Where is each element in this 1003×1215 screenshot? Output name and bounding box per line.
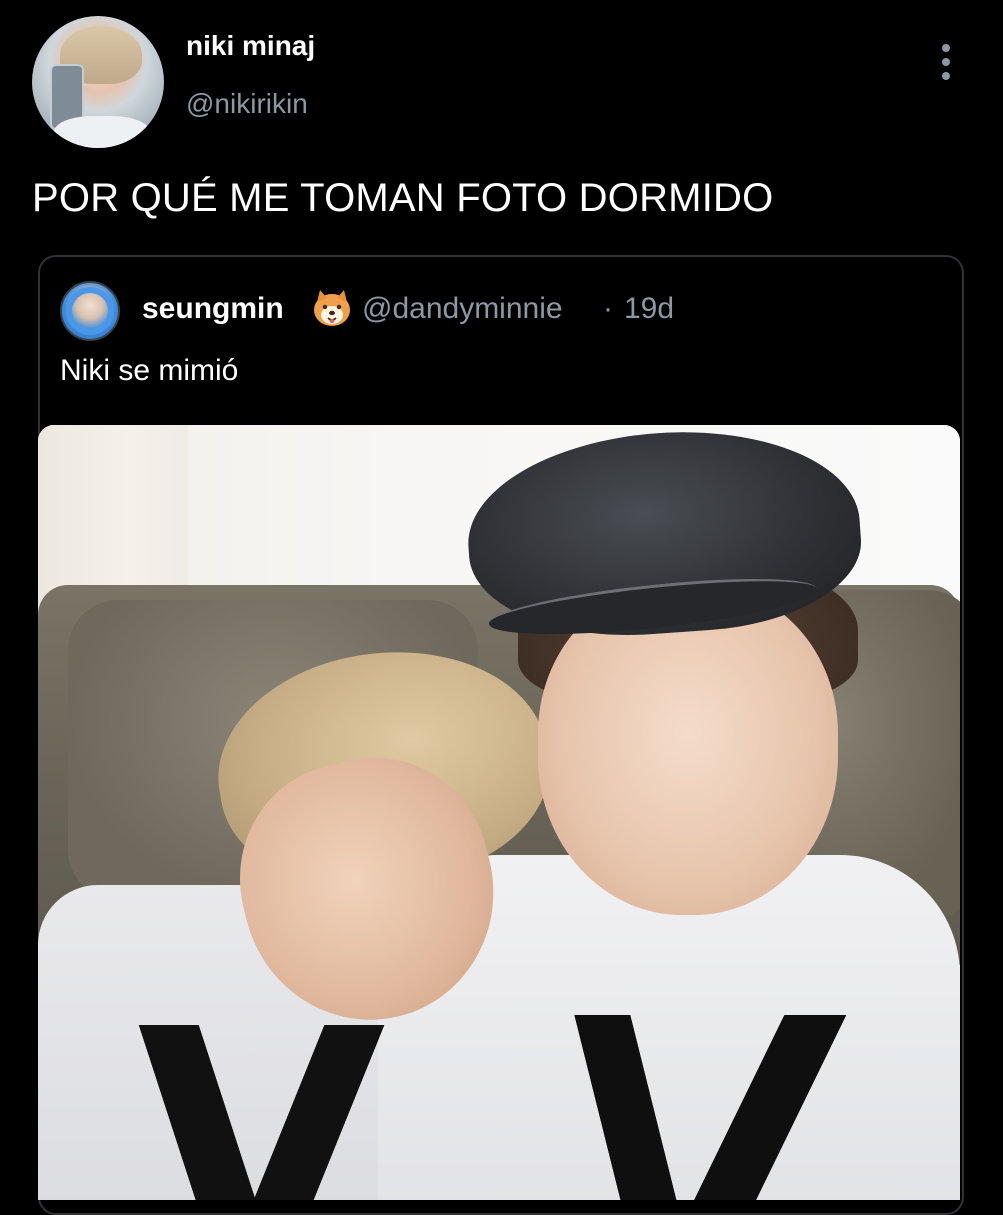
more-options-icon[interactable] bbox=[936, 44, 956, 80]
avatar-shirt bbox=[54, 116, 150, 148]
photo-face-right bbox=[538, 585, 838, 915]
quoted-author-display-name[interactable]: seungmin bbox=[142, 292, 284, 326]
tweet-text: POR QUÉ ME TOMAN FOTO DORMIDO bbox=[32, 176, 774, 220]
separator-dot: · bbox=[603, 292, 613, 325]
quoted-tweet-text: Niki se mimió bbox=[60, 354, 239, 387]
quoted-tweet-photo[interactable] bbox=[38, 425, 960, 1200]
dot bbox=[942, 72, 950, 80]
quoted-timestamp[interactable]: 19d bbox=[624, 292, 674, 326]
dot bbox=[942, 44, 950, 52]
author-handle[interactable]: @nikirikin bbox=[186, 88, 308, 120]
dot bbox=[942, 58, 950, 66]
quoted-author-avatar[interactable] bbox=[60, 281, 120, 341]
shiba-dog-emoji-icon bbox=[314, 290, 350, 326]
avatar-hood bbox=[66, 287, 114, 335]
author-avatar[interactable] bbox=[32, 16, 164, 148]
quoted-author-handle[interactable]: @dandyminnie bbox=[362, 292, 563, 326]
author-display-name[interactable]: niki minaj bbox=[186, 30, 315, 62]
